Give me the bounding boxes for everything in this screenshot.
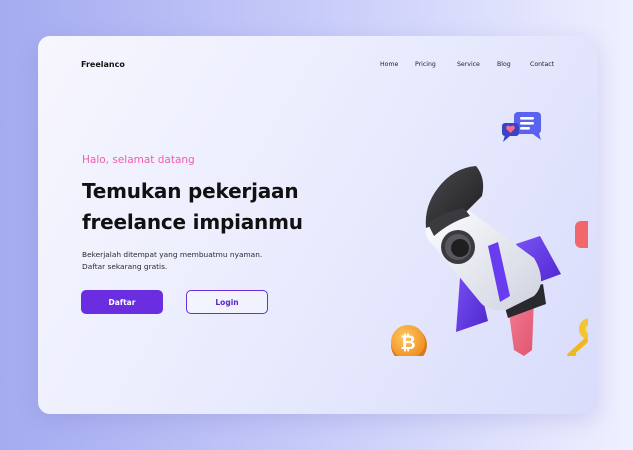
subtext-line-1: Bekerjalah ditempat yang membuatmu nyama… [82,250,263,259]
play-icon [575,221,588,248]
brand-logo[interactable]: Freelanco [81,60,125,69]
greeting-text: Halo, selamat datang [82,154,195,166]
subtext-line-2: Daftar sekarang gratis. [82,262,168,271]
bitcoin-icon: ₿ [391,325,427,356]
hero-headline: Temukan pekerjaan freelance impianmu [82,176,342,238]
hero-subtext: Bekerjalah ditempat yang membuatmu nyama… [82,249,302,273]
nav-pricing[interactable]: Pricing [415,61,436,68]
nav-contact[interactable]: Contact [530,61,554,68]
nav-blog[interactable]: Blog [497,61,511,68]
rocket-icon [425,166,561,356]
hero-card: Freelanco Home Pricing Service Blog Cont… [38,36,598,414]
chat-bubble-icon [502,112,541,142]
key-icon [567,318,588,356]
bitcoin-symbol: ₿ [400,332,415,354]
daftar-button[interactable]: Daftar [81,290,163,314]
nav-service[interactable]: Service [457,61,480,68]
hero-illustration: ₿ [391,112,588,356]
headline-line-2: freelance impianmu [82,210,303,234]
nav-home[interactable]: Home [380,61,398,68]
login-button[interactable]: Login [186,290,268,314]
headline-line-1: Temukan pekerjaan [82,179,299,203]
